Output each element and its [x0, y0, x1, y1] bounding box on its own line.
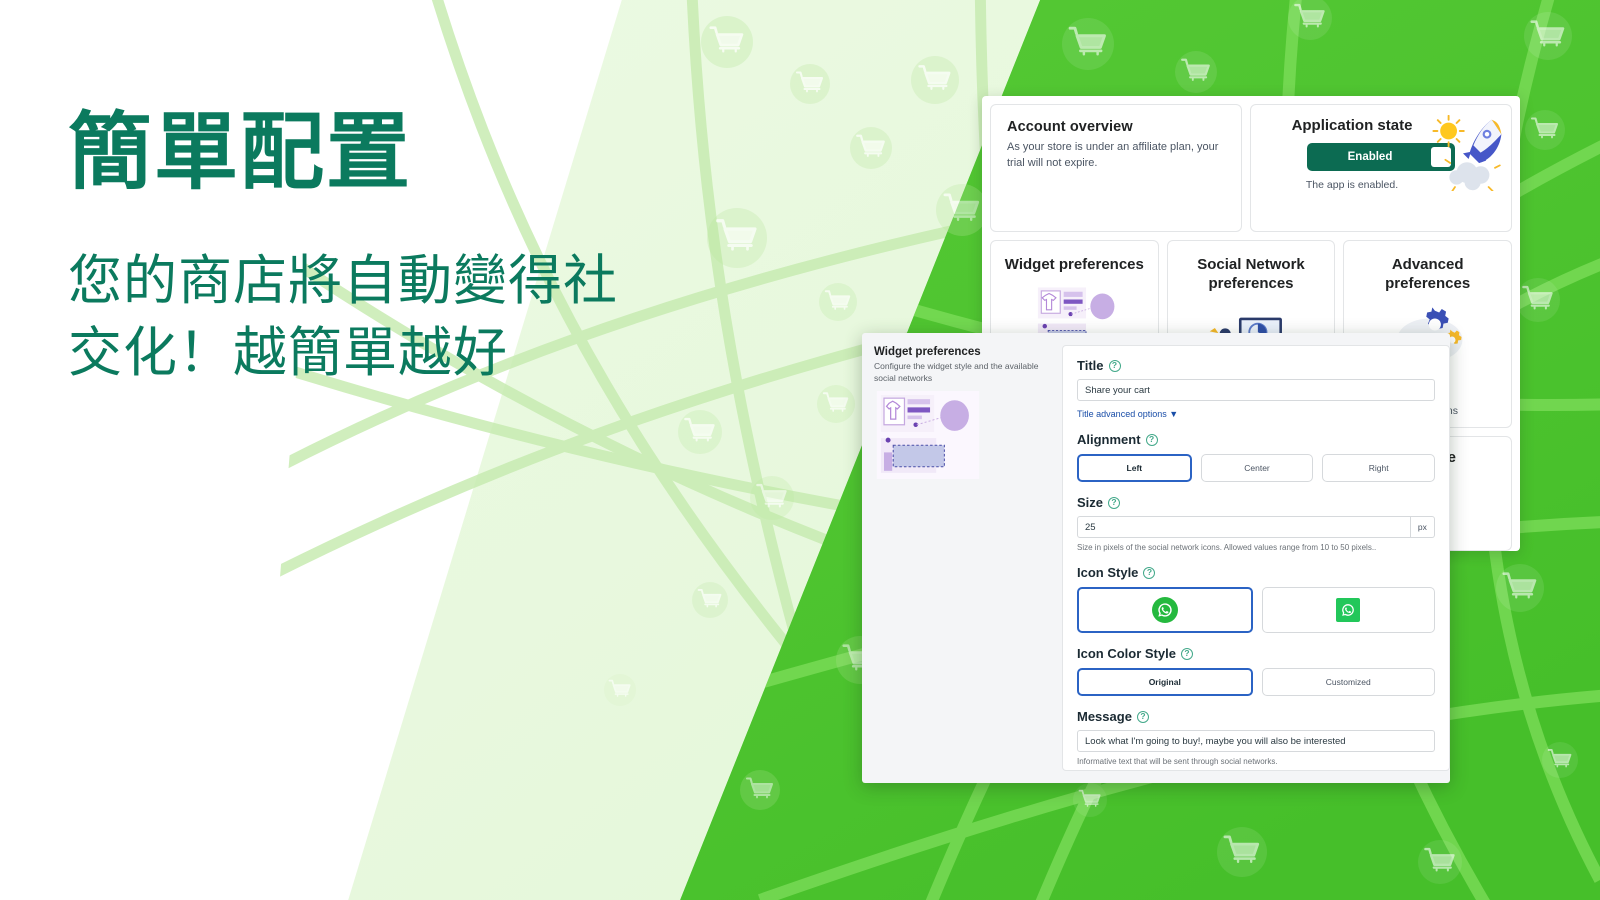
hero-text-block: 簡單配置 您的商店將自動變得社交化！越簡單越好 [68, 105, 648, 390]
message-input[interactable] [1077, 730, 1435, 752]
icon-color-style-label-text: Icon Color Style [1077, 646, 1176, 661]
icon-color-style-option-original[interactable]: Original [1077, 668, 1253, 696]
widget-preferences-panel: Widget preferences Configure the widget … [862, 333, 1450, 783]
size-label-text: Size [1077, 495, 1104, 510]
size-input-row: px [1077, 516, 1435, 538]
icon-color-style-options: Original Customized [1077, 668, 1435, 696]
account-overview-title: Account overview [1007, 119, 1133, 135]
alignment-label-text: Alignment [1077, 432, 1141, 447]
widget-preferences-card-title: Widget preferences [1004, 256, 1144, 273]
alignment-option-right[interactable]: Right [1322, 454, 1436, 482]
icon-style-label-text: Icon Style [1077, 565, 1139, 580]
account-overview-card: Account overview As your store is under … [990, 104, 1242, 232]
message-field-label: Message ? [1077, 709, 1435, 724]
icon-color-style-field-label: Icon Color Style ? [1077, 646, 1435, 661]
title-field-label: Title ? [1077, 358, 1435, 373]
widget-panel-description: Configure the widget style and the avail… [874, 361, 1039, 383]
alignment-options: Left Center Right [1077, 454, 1436, 482]
social-network-preferences-card-title: Social Network preferences [1197, 256, 1305, 293]
whatsapp-round-icon [1151, 597, 1178, 623]
widget-preview-thumbnail [876, 390, 980, 479]
question-mark-icon[interactable]: ? [1108, 496, 1121, 509]
dashboard-top-row: Account overview As your store is under … [990, 104, 1512, 232]
icon-color-style-option-customized[interactable]: Customized [1261, 668, 1435, 696]
alignment-option-left[interactable]: Left [1077, 454, 1192, 482]
rocket-sun-icon [1432, 115, 1502, 191]
question-mark-icon[interactable]: ? [1143, 566, 1156, 579]
title-input[interactable] [1077, 379, 1435, 401]
icon-color-style-field: Icon Color Style ? Original Customized [1077, 646, 1435, 696]
size-input[interactable] [1077, 516, 1411, 538]
alignment-field-label: Alignment ? [1077, 432, 1435, 447]
size-unit-suffix: px [1410, 516, 1435, 538]
title-label-text: Title [1077, 358, 1104, 373]
widget-panel-sidebar: Widget preferences Configure the widget … [862, 333, 1062, 783]
advanced-preferences-card-title: Advanced preferences [1385, 256, 1471, 293]
size-field: Size ? px Size in pixels of the social n… [1077, 495, 1435, 552]
size-hint: Size in pixels of the social network ico… [1077, 543, 1377, 552]
icon-style-options [1077, 587, 1435, 633]
question-mark-icon[interactable]: ? [1145, 433, 1158, 446]
question-mark-icon[interactable]: ? [1180, 647, 1193, 660]
application-state-card: Application state Enabled The app is ena… [1250, 104, 1512, 232]
account-overview-body: As your store is under an affiliate plan… [1007, 141, 1219, 169]
widget-panel-form: Title ? Title advanced options ▼ Alignme… [1062, 345, 1450, 771]
message-label-text: Message [1077, 709, 1132, 724]
alignment-field: Alignment ? Left Center Right [1077, 432, 1436, 482]
icon-style-option-round[interactable] [1077, 587, 1253, 633]
page-subtitle: 您的商店將自動變得社交化！越簡單越好 [68, 251, 618, 384]
message-hint: Informative text that will be sent throu… [1077, 757, 1278, 766]
page-title: 簡單配置 [68, 105, 413, 199]
icon-style-field-label: Icon Style ? [1077, 565, 1435, 580]
question-mark-icon[interactable]: ? [1108, 359, 1121, 372]
widget-panel-title: Widget preferences [874, 346, 981, 358]
size-field-label: Size ? [1077, 495, 1435, 510]
toggle-label: Enabled [1347, 151, 1393, 163]
message-field: Message ? Informative text that will be … [1077, 709, 1435, 766]
whatsapp-square-icon [1336, 598, 1361, 622]
question-mark-icon[interactable]: ? [1136, 710, 1149, 723]
title-advanced-options-link[interactable]: Title advanced options ▼ [1077, 409, 1435, 419]
icon-style-field: Icon Style ? [1077, 565, 1435, 633]
icon-style-option-square[interactable] [1261, 587, 1435, 633]
alignment-option-center[interactable]: Center [1200, 454, 1314, 482]
